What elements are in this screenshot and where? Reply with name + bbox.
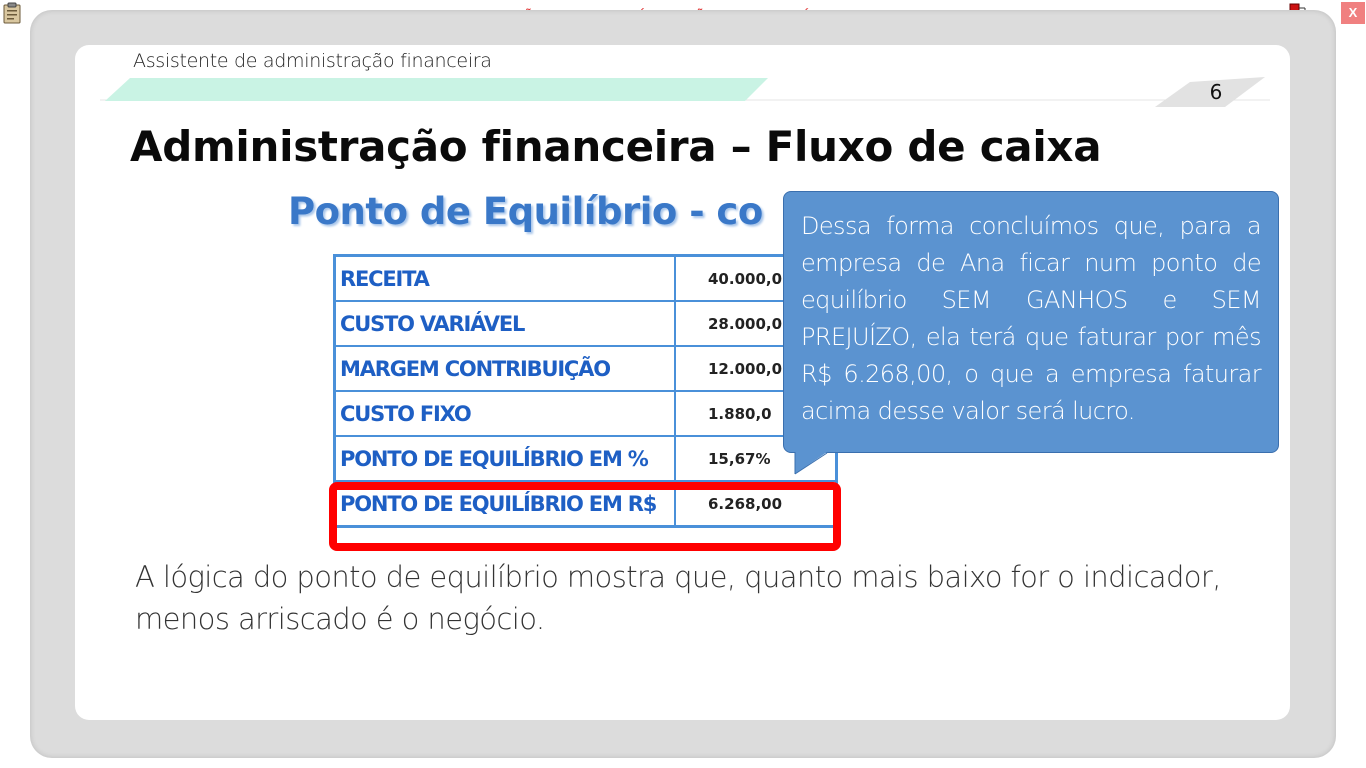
callout-tail bbox=[794, 452, 828, 475]
row-label: MARGEM CONTRIBUIÇÃO bbox=[333, 345, 676, 392]
slide-title: Administração financeira – Fluxo de caix… bbox=[130, 122, 1102, 171]
row-label: CUSTO VARIÁVEL bbox=[333, 300, 676, 347]
chart-image-title: Ponto de Equilíbrio - co bbox=[288, 190, 763, 233]
page-number: 6 bbox=[1209, 80, 1223, 104]
slide-subtitle: Assistente de administração financeira bbox=[133, 50, 492, 72]
close-button[interactable]: X bbox=[1341, 2, 1365, 24]
table-row: MARGEM CONTRIBUIÇÃO 12.000,0 bbox=[333, 345, 838, 392]
table-row: PONTO DE EQUILÍBRIO EM % 15,67% bbox=[333, 435, 838, 482]
table-row: CUSTO VARIÁVEL 28.000,0 bbox=[333, 300, 838, 347]
slide-body-text: A lógica do ponto de equilíbrio mostra q… bbox=[135, 560, 1221, 636]
table-row: RECEITA 40.000,0 bbox=[333, 254, 838, 302]
row-label: CUSTO FIXO bbox=[333, 390, 676, 437]
row-label: RECEITA bbox=[333, 254, 676, 302]
clipboard-icon[interactable] bbox=[2, 2, 22, 24]
red-highlight-box bbox=[329, 482, 841, 551]
row-label: PONTO DE EQUILÍBRIO EM % bbox=[333, 435, 676, 482]
table-row: CUSTO FIXO 1.880,0 bbox=[333, 390, 838, 437]
header-decoration bbox=[100, 77, 1270, 107]
callout-text: Dessa forma concluímos que, para a empre… bbox=[801, 212, 1262, 425]
